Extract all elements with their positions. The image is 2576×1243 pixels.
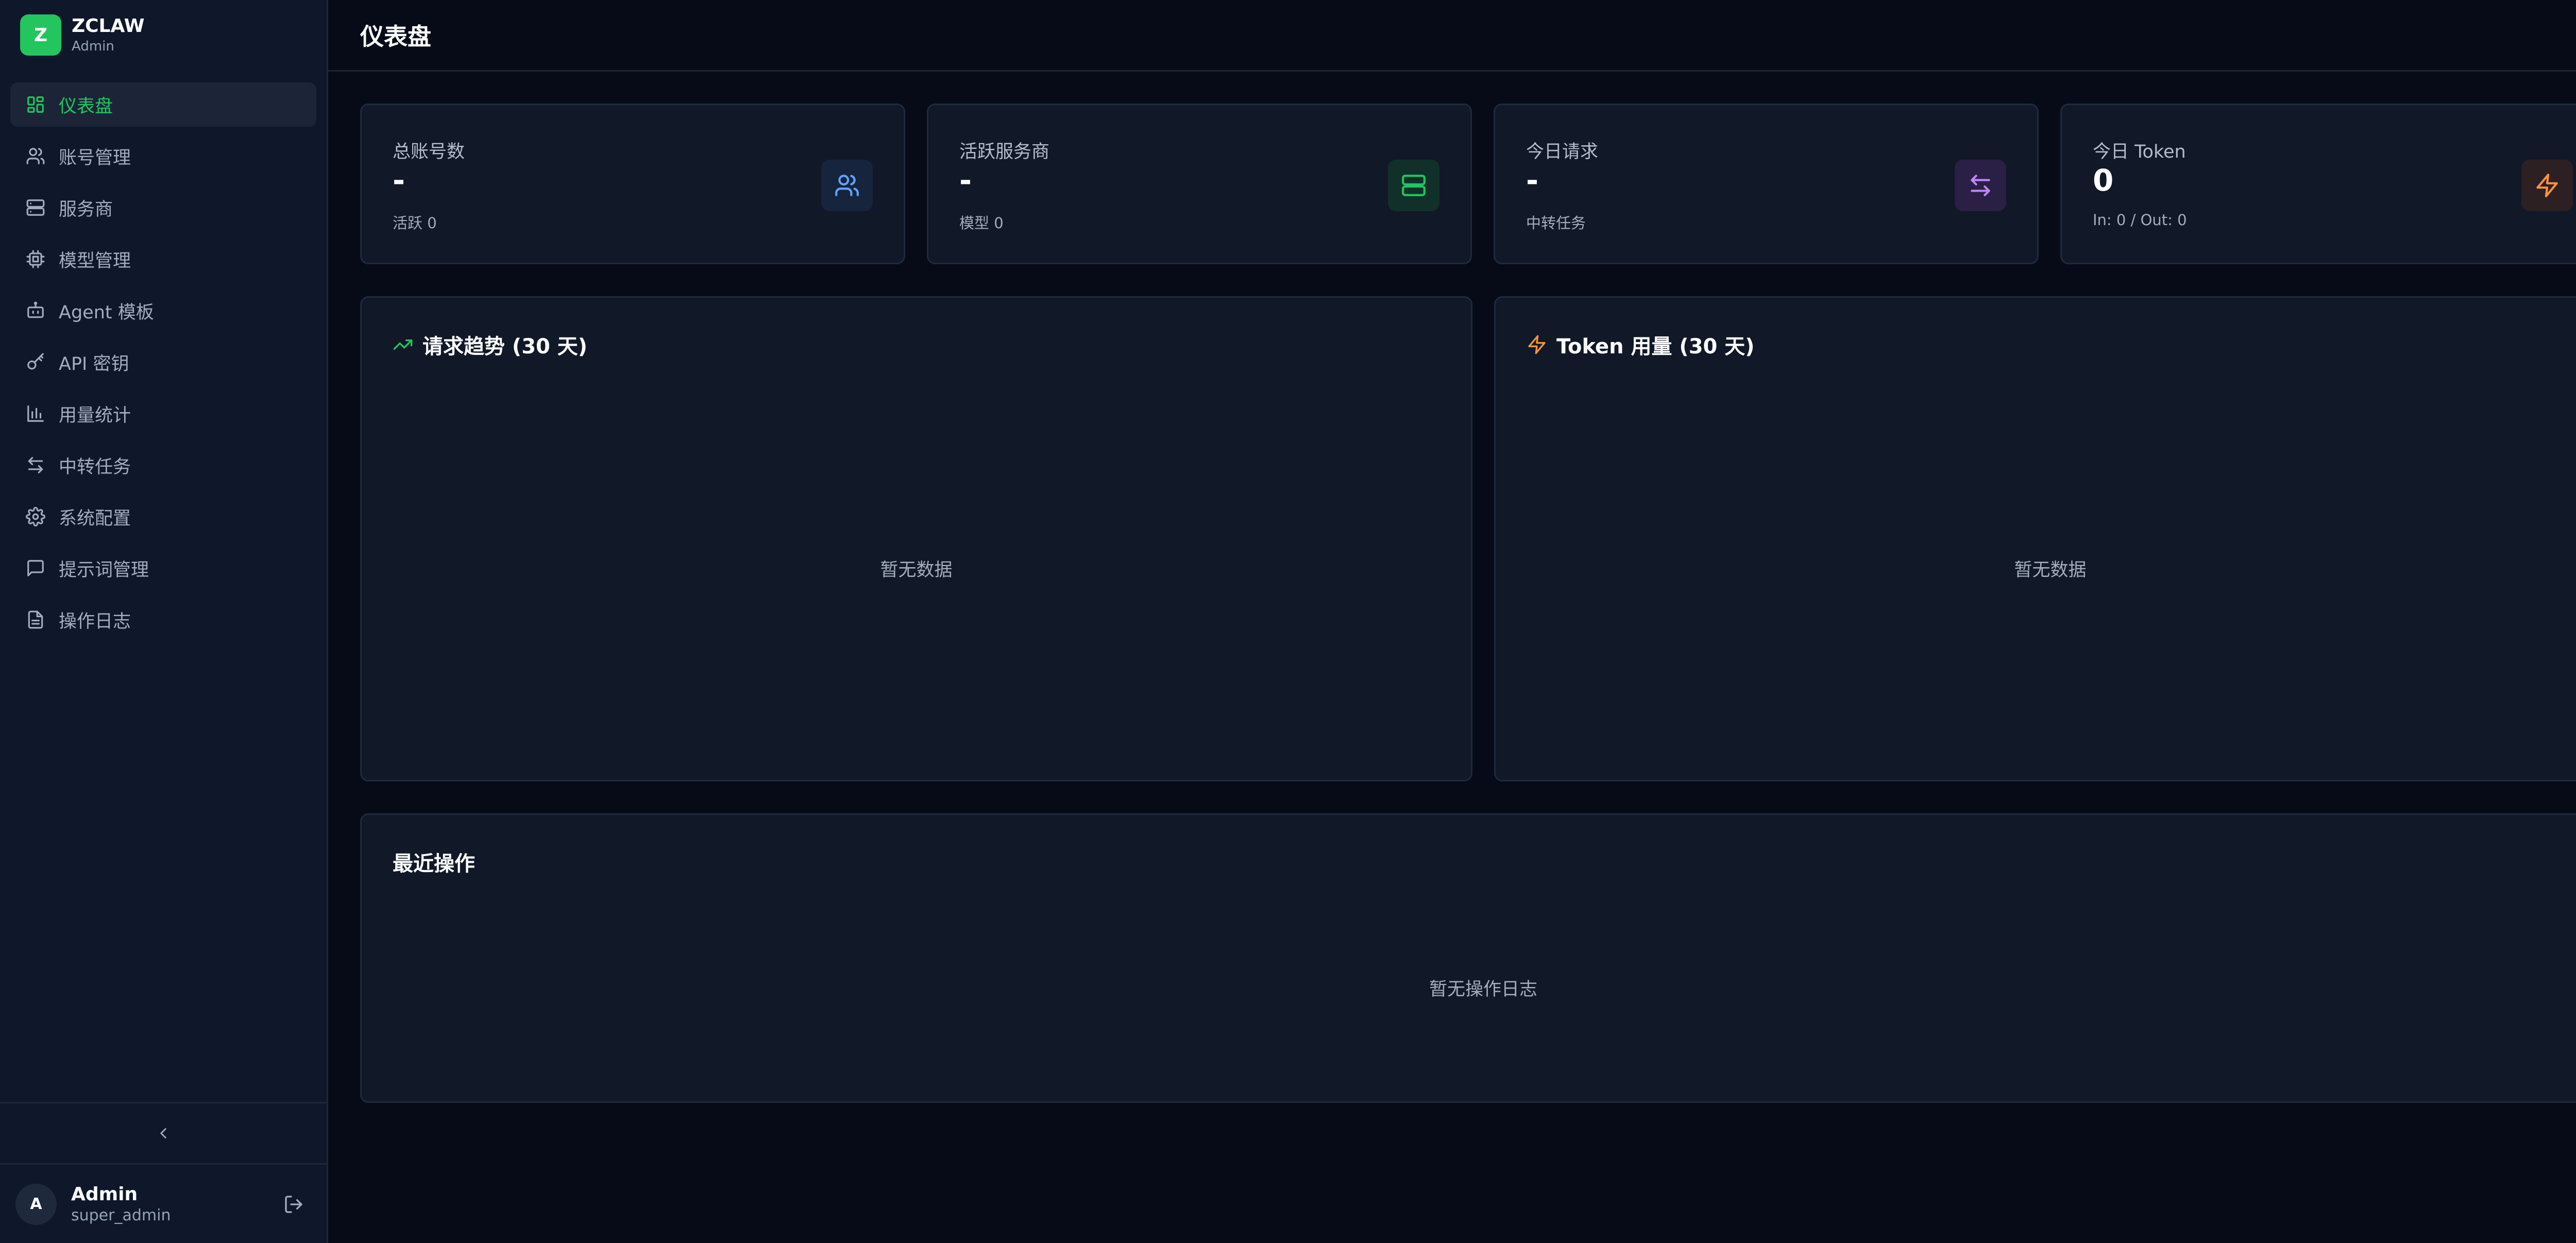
sidebar-item-usage[interactable]: 用量统计 (10, 391, 316, 436)
sidebar-item-prompts[interactable]: 提示词管理 (10, 546, 316, 590)
avatar: A (15, 1183, 57, 1225)
brand-logo: Z (20, 14, 61, 56)
sidebar-item-label: 账号管理 (59, 147, 131, 168)
app-root: Z ZCLAW Admin 仪表盘 账号管理 服务商 模型管理 Agent 模板… (0, 0, 2576, 1243)
user-profile: A Admin super_admin (0, 1165, 327, 1243)
stat-value: - (393, 163, 405, 198)
sidebar-item-dashboard[interactable]: 仪表盘 (10, 82, 316, 127)
user-name: Admin (71, 1183, 138, 1205)
sidebar-item-accounts[interactable]: 账号管理 (10, 134, 316, 178)
stat-card-today-tokens: 今日 Token 0 In: 0 / Out: 0 (2060, 104, 2576, 264)
sidebar: Z ZCLAW Admin 仪表盘 账号管理 服务商 模型管理 Agent 模板… (0, 0, 328, 1243)
stat-sub: 模型 0 (959, 214, 1004, 232)
sidebar-item-label: 用量统计 (59, 405, 131, 426)
stat-card-active-providers: 活跃服务商 - 模型 0 (927, 104, 1472, 264)
bar-chart-icon (26, 404, 45, 423)
logout-button[interactable] (283, 1194, 304, 1215)
dashboard-icon (26, 95, 45, 114)
sidebar-item-label: 中转任务 (59, 456, 131, 478)
sidebar-item-models[interactable]: 模型管理 (10, 237, 316, 281)
message-square-icon (26, 558, 45, 578)
chart-title: 请求趋势 (30 天) (422, 335, 588, 359)
sidebar-item-label: 仪表盘 (59, 96, 113, 117)
stats-row: 总账号数 - 活跃 0 活跃服务商 - 模型 0 今日请求 - 中转任务 今日 … (360, 104, 2576, 264)
page-title: 仪表盘 (360, 23, 431, 50)
stat-label: 今日 Token (2093, 142, 2186, 162)
sidebar-item-label: Agent 模板 (59, 302, 154, 323)
top-bar: 仪表盘 (328, 0, 2576, 72)
stat-value: - (959, 163, 972, 198)
sidebar-item-settings[interactable]: 系统配置 (10, 495, 316, 539)
users-icon (821, 160, 873, 211)
gear-icon (26, 507, 45, 526)
brand[interactable]: Z ZCLAW Admin (0, 0, 327, 70)
arrows-exchange-icon (26, 455, 45, 475)
empty-state: 暂无数据 (2014, 560, 2087, 581)
stat-card-today-requests: 今日请求 - 中转任务 (1494, 104, 2039, 264)
brand-role: Admin (72, 39, 114, 54)
dashboard-content: 总账号数 - 活跃 0 活跃服务商 - 模型 0 今日请求 - 中转任务 今日 … (328, 72, 2576, 1103)
key-icon (26, 352, 45, 372)
sidebar-item-label: 服务商 (59, 199, 113, 220)
chevron-left-icon (160, 1128, 166, 1138)
stat-sub: 中转任务 (1526, 214, 1586, 232)
zap-icon (1528, 335, 1546, 354)
stat-label: 活跃服务商 (959, 142, 1050, 162)
users-icon (26, 146, 45, 166)
token-usage-card: Token 用量 (30 天) 暂无数据 (1494, 296, 2576, 781)
sidebar-item-label: 系统配置 (59, 508, 131, 529)
section-title: 最近操作 (393, 852, 475, 876)
stat-card-total-accounts: 总账号数 - 活跃 0 (360, 104, 905, 264)
stat-sub: 活跃 0 (393, 214, 437, 232)
empty-state: 暂无数据 (880, 560, 953, 581)
sidebar-item-providers[interactable]: 服务商 (10, 185, 316, 230)
stat-value: - (1526, 163, 1539, 198)
sidebar-item-label: 操作日志 (59, 611, 131, 632)
stat-sub: In: 0 / Out: 0 (2093, 211, 2187, 229)
sidebar-item-api-keys[interactable]: API 密钥 (10, 340, 316, 384)
stat-label: 总账号数 (393, 142, 465, 162)
recent-operations-card: 最近操作 暂无操作日志 (360, 813, 2576, 1103)
sidebar-item-label: API 密钥 (59, 353, 129, 374)
chart-title: Token 用量 (30 天) (1556, 335, 1755, 359)
brand-name: ZCLAW (72, 15, 145, 37)
cpu-icon (26, 249, 45, 269)
sidebar-item-label: 提示词管理 (59, 559, 149, 581)
stat-value: 0 (2093, 163, 2114, 198)
sidebar-item-agent-templates[interactable]: Agent 模板 (10, 288, 316, 333)
arrows-exchange-icon (1955, 160, 2006, 211)
sidebar-item-label: 模型管理 (59, 250, 131, 271)
bot-icon (26, 301, 45, 320)
charts-row: 请求趋势 (30 天) 暂无数据 Token 用量 (30 天) 暂无数据 (360, 296, 2576, 781)
main-area: 仪表盘 总账号数 - 活跃 0 活跃服务商 - 模型 0 今日请求 - 中转任务… (328, 0, 2576, 1243)
stat-label: 今日请求 (1526, 142, 1599, 162)
logout-icon (285, 1196, 302, 1213)
empty-state: 暂无操作日志 (1429, 979, 1537, 1000)
server-icon (1388, 160, 1439, 211)
request-trend-card: 请求趋势 (30 天) 暂无数据 (360, 296, 1472, 781)
file-text-icon (26, 610, 45, 629)
sidebar-nav: 仪表盘 账号管理 服务商 模型管理 Agent 模板 API 密钥 用量统计 中… (0, 70, 327, 649)
sidebar-collapse-button[interactable] (0, 1102, 327, 1165)
sidebar-item-audit-logs[interactable]: 操作日志 (10, 598, 316, 642)
sidebar-item-relay-tasks[interactable]: 中转任务 (10, 443, 316, 487)
user-role: super_admin (71, 1206, 171, 1224)
zap-icon (2521, 160, 2573, 211)
server-icon (26, 198, 45, 217)
trending-up-icon (393, 339, 413, 350)
